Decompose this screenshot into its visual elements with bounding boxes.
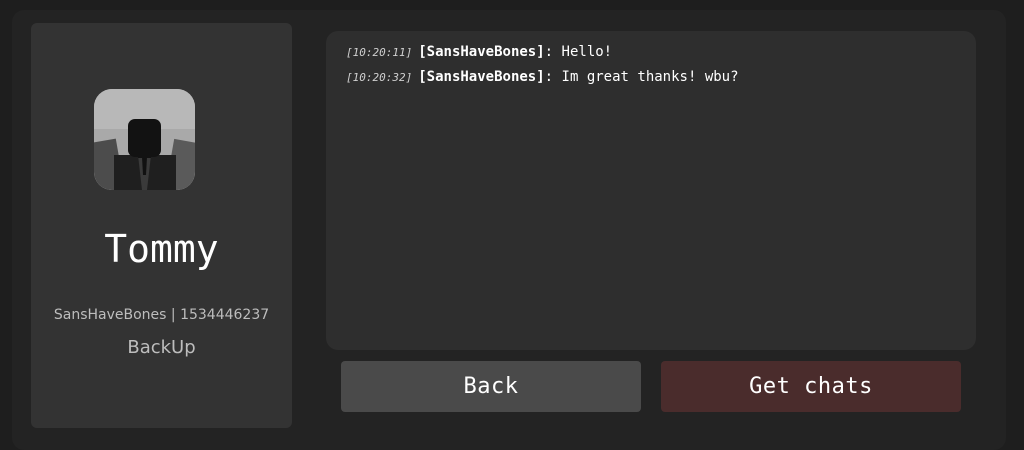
message-text: : Hello!	[544, 44, 613, 60]
message-timestamp: [10:20:32]	[346, 71, 413, 84]
chat-message: [10:20:11] [SansHaveBones]: Hello!	[346, 44, 612, 60]
back-button[interactable]: Back	[341, 361, 641, 412]
message-author: [SansHaveBones]	[418, 69, 545, 85]
message-author: [SansHaveBones]	[418, 44, 545, 60]
profile-card: Tommy SansHaveBones | 1534446237 BackUp	[31, 23, 292, 428]
message-timestamp: [10:20:11]	[346, 46, 413, 59]
username-and-id: SansHaveBones | 1534446237	[53, 307, 270, 323]
message-text: : Im great thanks! wbu?	[544, 69, 739, 85]
chat-log[interactable]: [10:20:11] [SansHaveBones]: Hello! [10:20…	[326, 31, 976, 350]
avatar-image	[94, 89, 195, 190]
get-chats-button[interactable]: Get chats	[661, 361, 961, 412]
user-status: BackUp	[127, 337, 196, 358]
avatar	[94, 89, 195, 190]
chat-message: [10:20:32] [SansHaveBones]: Im great than…	[346, 69, 739, 85]
display-name: Tommy	[104, 227, 219, 271]
